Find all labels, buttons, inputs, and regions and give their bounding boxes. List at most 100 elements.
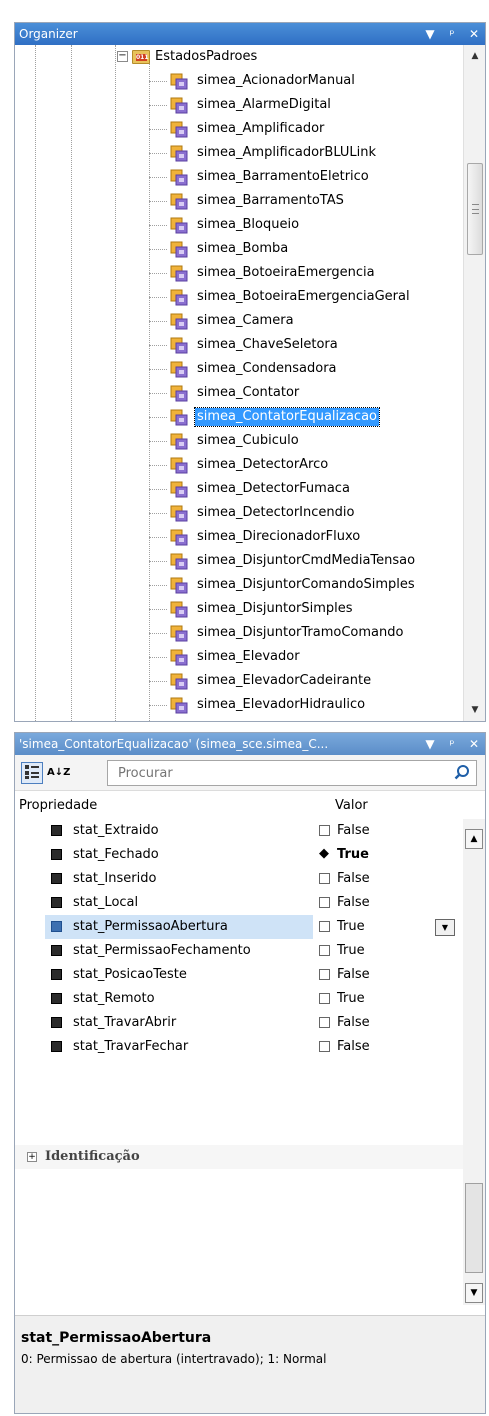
property-row[interactable]: stat_Remoto True xyxy=(15,987,463,1011)
tree-item[interactable]: simea_AcionadorManual xyxy=(15,69,463,93)
pin-icon[interactable]: ᵖ xyxy=(441,27,463,41)
tree-connector xyxy=(149,321,167,322)
tree-item[interactable]: simea_Bloqueio xyxy=(15,213,463,237)
tree-item[interactable]: simea_Amplificador xyxy=(15,117,463,141)
tree-item[interactable]: simea_Camera xyxy=(15,309,463,333)
property-row[interactable]: stat_TravarFechar False xyxy=(15,1035,463,1059)
folder-label: EstadosPadroes xyxy=(155,49,258,64)
scroll-up-icon[interactable]: ▲ xyxy=(465,829,483,849)
checkbox-icon[interactable] xyxy=(319,945,330,956)
close-icon[interactable]: ✕ xyxy=(463,27,485,41)
tree-item[interactable]: simea_Elevador xyxy=(15,645,463,669)
tree-folder-row[interactable]: − 011 EstadosPadroes xyxy=(15,45,463,69)
property-value[interactable]: False xyxy=(337,966,370,984)
tree-item[interactable]: simea_DisjuntorSimples xyxy=(15,597,463,621)
checkbox-icon[interactable] xyxy=(319,1041,330,1052)
tree-item[interactable]: simea_EquipamentoRede xyxy=(15,717,463,721)
property-value[interactable]: True xyxy=(337,942,365,960)
tree-item[interactable]: simea_Bomba xyxy=(15,237,463,261)
component-icon xyxy=(168,576,190,594)
property-row[interactable]: stat_PermissaoFechamento True xyxy=(15,939,463,963)
tree-item[interactable]: simea_DetectorFumaca xyxy=(15,477,463,501)
scroll-down-icon[interactable]: ▼ xyxy=(465,1283,483,1303)
diamond-icon: ◆ xyxy=(319,846,329,861)
tree-item[interactable]: simea_Cubiculo xyxy=(15,429,463,453)
dropdown-icon[interactable]: ▼ xyxy=(419,27,441,41)
tree-item[interactable]: simea_ElevadorCadeirante xyxy=(15,669,463,693)
categorized-view-icon[interactable] xyxy=(21,762,43,784)
grid-scrollbar[interactable]: ▲ ▼ xyxy=(463,819,485,1305)
checkbox-icon[interactable] xyxy=(319,993,330,1004)
checkbox-icon[interactable] xyxy=(319,1017,330,1028)
tree-item[interactable]: simea_DisjuntorComandoSimples xyxy=(15,573,463,597)
tree-item[interactable]: simea_DisjuntorTramoComando xyxy=(15,621,463,645)
tree-item[interactable]: simea_AlarmeDigital xyxy=(15,93,463,117)
property-value[interactable]: False xyxy=(337,1014,370,1032)
search-icon[interactable] xyxy=(454,764,470,780)
property-value[interactable]: False xyxy=(337,894,370,912)
folder-icon: 011 xyxy=(132,50,150,64)
tree-item[interactable]: simea_ChaveSeletora xyxy=(15,333,463,357)
tree-item-label: simea_ChaveSeletora xyxy=(197,337,338,352)
tree-item-label: simea_Bomba xyxy=(197,241,289,256)
property-row[interactable]: stat_Extraido False xyxy=(15,819,463,843)
properties-panel: 'simea_ContatorEqualizacao' (simea_sce.s… xyxy=(14,732,486,1414)
checkbox-icon[interactable] xyxy=(319,873,330,884)
tree-item[interactable]: simea_ContatorEqualizacao xyxy=(15,405,463,429)
collapse-icon[interactable]: − xyxy=(117,51,128,62)
checkbox-icon[interactable] xyxy=(319,969,330,980)
property-value[interactable]: False xyxy=(337,822,370,840)
dropdown-icon[interactable]: ▼ xyxy=(419,737,441,751)
value-dropdown-icon[interactable]: ▼ xyxy=(435,919,455,936)
property-row[interactable]: stat_PermissaoAbertura True ▼ xyxy=(15,915,463,939)
scroll-thumb[interactable] xyxy=(465,1183,483,1273)
checkbox-icon[interactable] xyxy=(319,825,330,836)
scroll-thumb[interactable] xyxy=(467,163,483,255)
tree-item[interactable]: simea_Condensadora xyxy=(15,357,463,381)
component-icon xyxy=(168,432,190,450)
tree-item[interactable]: simea_DirecionadorFluxo xyxy=(15,525,463,549)
tree-item[interactable]: simea_BarramentoTAS xyxy=(15,189,463,213)
expand-icon[interactable]: + xyxy=(27,1152,37,1162)
scroll-up-icon[interactable]: ▲ xyxy=(464,45,486,67)
property-value[interactable]: True xyxy=(337,990,365,1008)
tree-item[interactable]: simea_BarramentoEletrico xyxy=(15,165,463,189)
property-value[interactable]: True xyxy=(337,846,369,864)
checkbox-icon[interactable] xyxy=(319,921,330,932)
close-icon[interactable]: ✕ xyxy=(463,737,485,751)
property-value[interactable]: True xyxy=(337,918,365,936)
property-value[interactable]: False xyxy=(337,870,370,888)
sort-alphabetical-icon[interactable]: A↓Z xyxy=(47,762,70,784)
grid-header: Propriedade Valor xyxy=(15,793,463,819)
property-row[interactable]: stat_Local False xyxy=(15,891,463,915)
property-icon xyxy=(51,969,62,980)
tree-item[interactable]: simea_Contator xyxy=(15,381,463,405)
property-name: stat_PosicaoTeste xyxy=(73,967,187,982)
checkbox-icon[interactable] xyxy=(319,897,330,908)
property-value[interactable]: False xyxy=(337,1038,370,1056)
tree-item-label: simea_Elevador xyxy=(197,649,300,664)
property-row[interactable]: stat_TravarAbrir False xyxy=(15,1011,463,1035)
component-icon xyxy=(168,456,190,474)
property-row[interactable]: stat_Fechado ◆ True xyxy=(15,843,463,867)
pin-icon[interactable]: ᵖ xyxy=(441,737,463,751)
scroll-down-icon[interactable]: ▼ xyxy=(464,699,486,721)
component-icon xyxy=(168,216,190,234)
property-grid: stat_TravarFechar False stat_TravarAbrir Fa… xyxy=(15,819,463,1169)
tree-item[interactable]: simea_DisjuntorCmdMediaTensao xyxy=(15,549,463,573)
property-row[interactable]: stat_Inserido False xyxy=(15,867,463,891)
component-icon xyxy=(168,672,190,690)
tree-item-label: simea_Amplificador xyxy=(197,121,325,136)
organizer-scrollbar[interactable]: ▲ ▼ xyxy=(463,45,485,721)
tree-item[interactable]: simea_BotoeiraEmergenciaGeral xyxy=(15,285,463,309)
tree-item-label: simea_Cubiculo xyxy=(197,433,299,448)
search-input[interactable] xyxy=(108,761,438,785)
tree-connector xyxy=(149,657,167,658)
tree-item[interactable]: simea_AmplificadorBLULink xyxy=(15,141,463,165)
tree-item[interactable]: simea_DetectorArco xyxy=(15,453,463,477)
property-row[interactable]: stat_PosicaoTeste False xyxy=(15,963,463,987)
tree-item[interactable]: simea_BotoeiraEmergencia xyxy=(15,261,463,285)
tree-item[interactable]: simea_ElevadorHidraulico xyxy=(15,693,463,717)
category-identificacao[interactable]: + Identificação xyxy=(15,1145,463,1169)
tree-item[interactable]: simea_DetectorIncendio xyxy=(15,501,463,525)
